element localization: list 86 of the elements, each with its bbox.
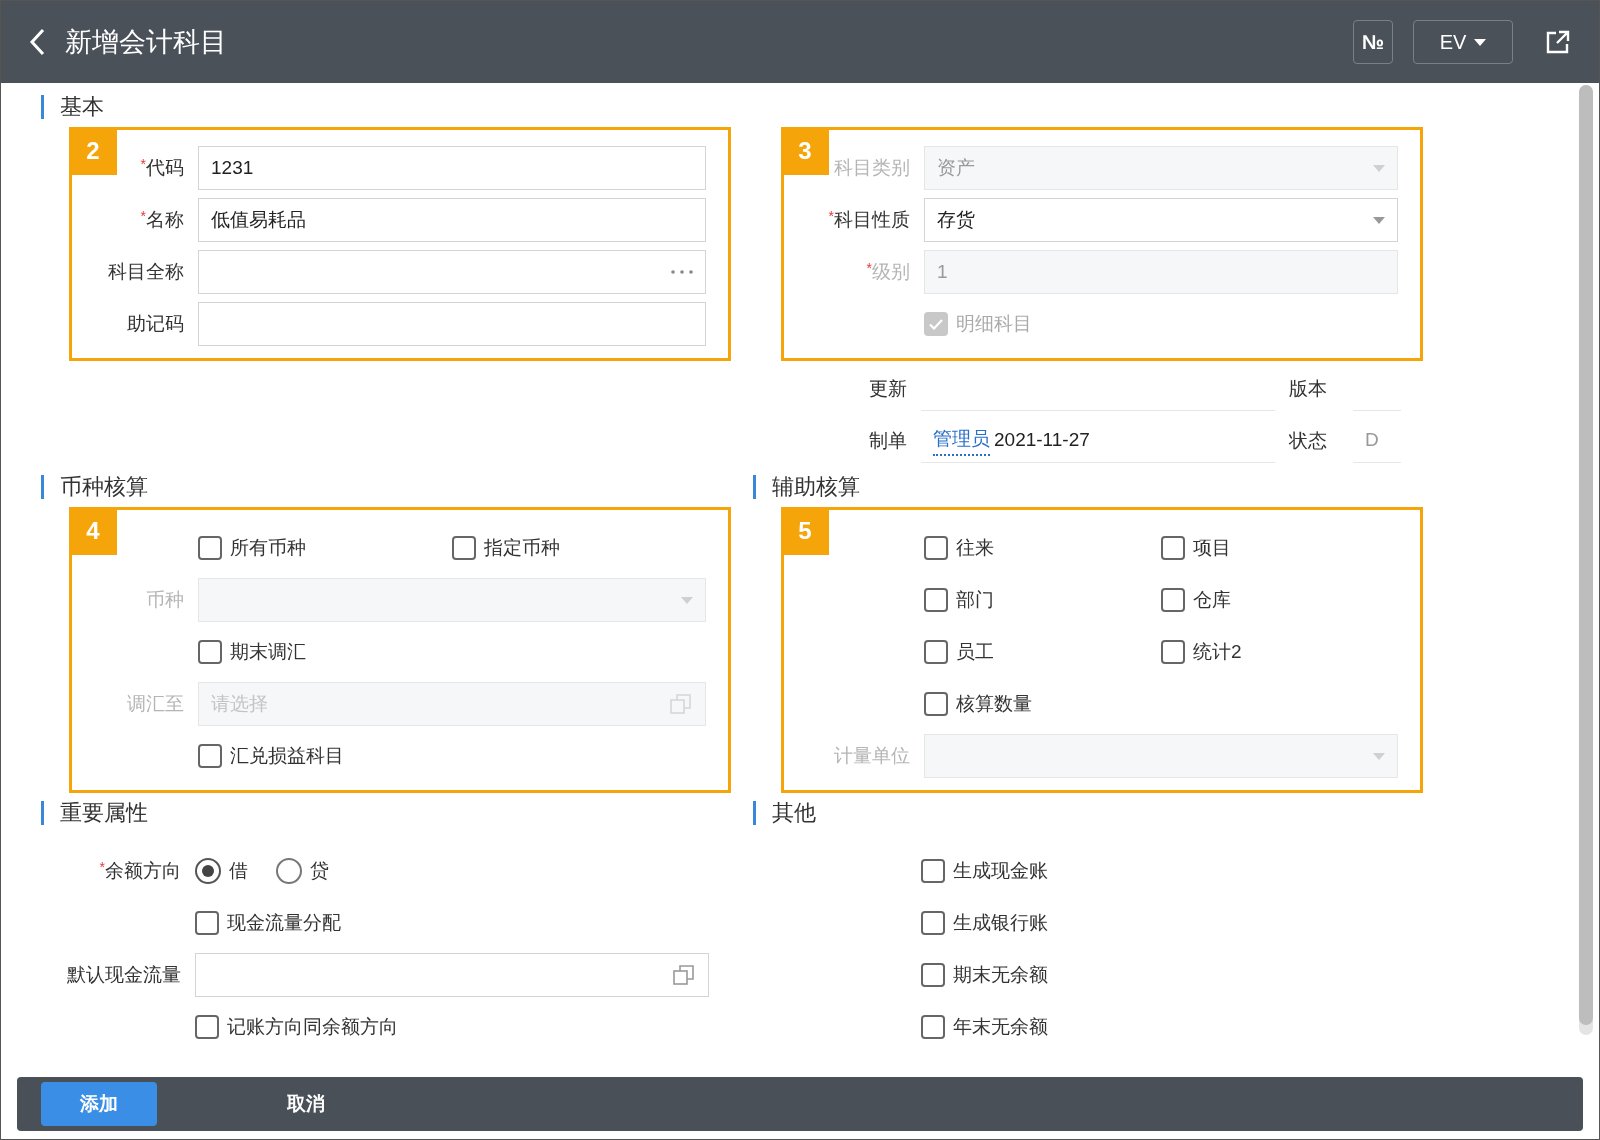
- radio-button[interactable]: [195, 858, 221, 884]
- checkbox-option[interactable]: 期末调汇: [198, 637, 452, 667]
- checkbox-option[interactable]: 期末无余额: [921, 960, 1161, 990]
- radio-button[interactable]: [276, 858, 302, 884]
- field-label: *代码: [140, 154, 184, 180]
- share-icon[interactable]: [1545, 29, 1571, 55]
- user-link[interactable]: 管理员: [933, 425, 990, 456]
- select-field[interactable]: 存货: [924, 198, 1398, 242]
- back-icon[interactable]: [29, 28, 45, 56]
- checkbox[interactable]: [921, 963, 945, 987]
- caret-icon: [1474, 38, 1487, 46]
- checkbox[interactable]: [195, 1015, 219, 1039]
- input-field[interactable]: 1231: [198, 146, 706, 190]
- section-heading: 重要属性: [41, 801, 148, 825]
- field-label: *余额方向: [99, 857, 181, 883]
- checkbox[interactable]: [198, 640, 222, 664]
- section-heading: 辅助核算: [753, 475, 860, 499]
- field-label: *科目性质: [828, 206, 910, 232]
- field-label: 计量单位: [834, 743, 910, 768]
- caret-icon: [1373, 216, 1385, 224]
- checkbox[interactable]: [921, 859, 945, 883]
- checkbox-option[interactable]: 生成现金账: [921, 856, 1161, 886]
- input-field[interactable]: 低值易耗品: [198, 198, 706, 242]
- field-label: 科目类别: [834, 155, 910, 180]
- checkbox-option[interactable]: 现金流量分配: [195, 908, 452, 938]
- checkbox-option[interactable]: 指定币种: [452, 533, 706, 563]
- field-label: 更新: [869, 376, 907, 401]
- checkbox[interactable]: [924, 536, 948, 560]
- field-label: 科目全称: [108, 259, 184, 284]
- checkbox-option[interactable]: 汇兑损益科目: [198, 741, 452, 771]
- checkbox-option[interactable]: 往来: [924, 533, 1161, 563]
- field-label: *名称: [140, 206, 184, 232]
- field-label: 调汇至: [127, 691, 184, 716]
- check-icon: [929, 318, 943, 330]
- checkbox[interactable]: [921, 911, 945, 935]
- field-label: 制单: [869, 428, 907, 453]
- checkbox-option[interactable]: 生成银行账: [921, 908, 1161, 938]
- checkbox-option[interactable]: 所有币种: [198, 533, 452, 563]
- checkbox-option[interactable]: 项目: [1161, 533, 1398, 563]
- checkbox[interactable]: [452, 536, 476, 560]
- section-heading: 币种核算: [41, 475, 148, 499]
- input-field[interactable]: [195, 953, 709, 997]
- annotation-badge: 5: [781, 507, 829, 555]
- checkbox[interactable]: [921, 1015, 945, 1039]
- annotation-badge: 2: [69, 127, 117, 175]
- checkbox[interactable]: [924, 588, 948, 612]
- checkbox[interactable]: [198, 536, 222, 560]
- checkbox[interactable]: [195, 911, 219, 935]
- field-label: 币种: [146, 587, 184, 612]
- caret-icon: [681, 596, 693, 604]
- checkbox-option[interactable]: 记账方向同余额方向: [195, 1012, 452, 1042]
- checkbox-option[interactable]: 员工: [924, 637, 1161, 667]
- checkbox[interactable]: [1161, 536, 1185, 560]
- checkbox-option[interactable]: 核算数量: [924, 689, 1161, 719]
- checkbox[interactable]: [1161, 640, 1185, 664]
- input-field[interactable]: [198, 302, 706, 346]
- annotation-badge: 3: [781, 127, 829, 175]
- number-button[interactable]: №: [1352, 20, 1393, 64]
- annotation-badge: 4: [69, 507, 117, 555]
- cancel-button[interactable]: 取消: [287, 1089, 325, 1119]
- checkbox-option[interactable]: 统计2: [1161, 637, 1398, 667]
- scrollbar[interactable]: [1579, 85, 1593, 1035]
- page-title: 新增会计科目: [65, 25, 228, 59]
- caret-icon: [1373, 164, 1385, 172]
- field-label: 状态: [1289, 428, 1328, 453]
- field-label: 默认现金流量: [67, 962, 181, 987]
- language-select[interactable]: EV: [1413, 20, 1513, 64]
- caret-icon: [1373, 752, 1385, 760]
- checkbox-option[interactable]: 仓库: [1161, 585, 1398, 615]
- date-text: 2021-11-27: [994, 428, 1090, 453]
- checkbox[interactable]: [924, 692, 948, 716]
- checkbox[interactable]: [198, 744, 222, 768]
- field-label: *级别: [866, 258, 910, 284]
- radio-option[interactable]: 借: [195, 856, 248, 886]
- field-label: 版本: [1289, 376, 1328, 401]
- input-field[interactable]: [198, 250, 706, 294]
- field-label: 助记码: [127, 311, 184, 336]
- radio-option[interactable]: 贷: [276, 856, 329, 886]
- checkbox-option[interactable]: 部门: [924, 585, 1161, 615]
- more-icon[interactable]: [671, 270, 693, 274]
- checkbox[interactable]: [1161, 588, 1185, 612]
- section-heading: 其他: [753, 801, 816, 825]
- checkbox-option[interactable]: 年末无余额: [921, 1012, 1161, 1042]
- checkbox[interactable]: [924, 640, 948, 664]
- info-field: D: [1353, 419, 1401, 463]
- section-heading: 基本: [41, 95, 104, 119]
